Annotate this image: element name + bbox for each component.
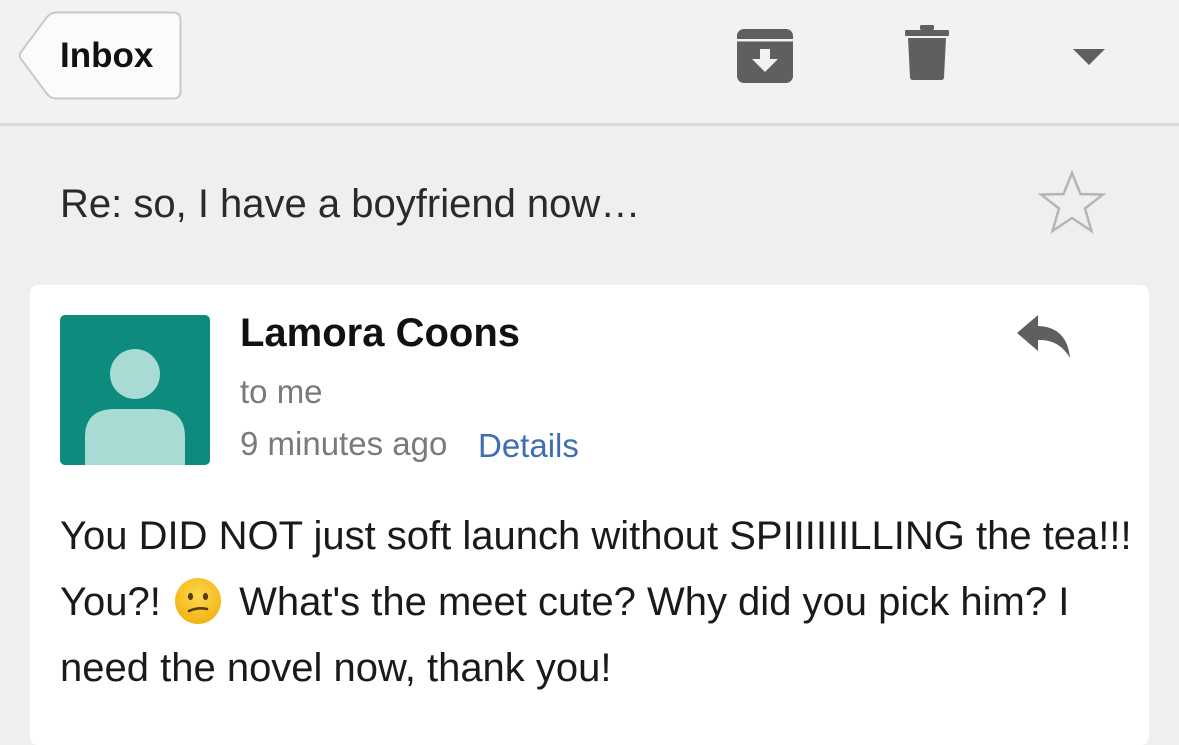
recipient-line: to me — [240, 373, 323, 410]
back-button-label: Inbox — [60, 36, 154, 75]
message-body: You DID NOT just soft launch without SPI… — [60, 503, 1135, 701]
avatar — [60, 315, 210, 465]
confused-face-emoji-icon — [174, 578, 221, 624]
email-subject: Re: so, I have a boyfriend now… — [60, 182, 641, 226]
chevron-down-icon[interactable] — [1073, 49, 1105, 66]
back-to-inbox-button[interactable]: Inbox — [18, 11, 182, 100]
trash-icon[interactable] — [905, 25, 949, 81]
archive-icon[interactable] — [737, 27, 793, 83]
reply-icon[interactable] — [1015, 313, 1073, 361]
person-icon — [85, 349, 185, 465]
sender-name: Lamora Coons — [240, 311, 521, 355]
message-time: 9 minutes ago — [240, 425, 448, 462]
star-icon[interactable] — [1038, 170, 1106, 236]
top-toolbar: Inbox — [0, 0, 1179, 126]
details-link[interactable]: Details — [478, 427, 579, 465]
message-card: Lamora Coons to me 9 minutes ago Details… — [30, 285, 1149, 745]
